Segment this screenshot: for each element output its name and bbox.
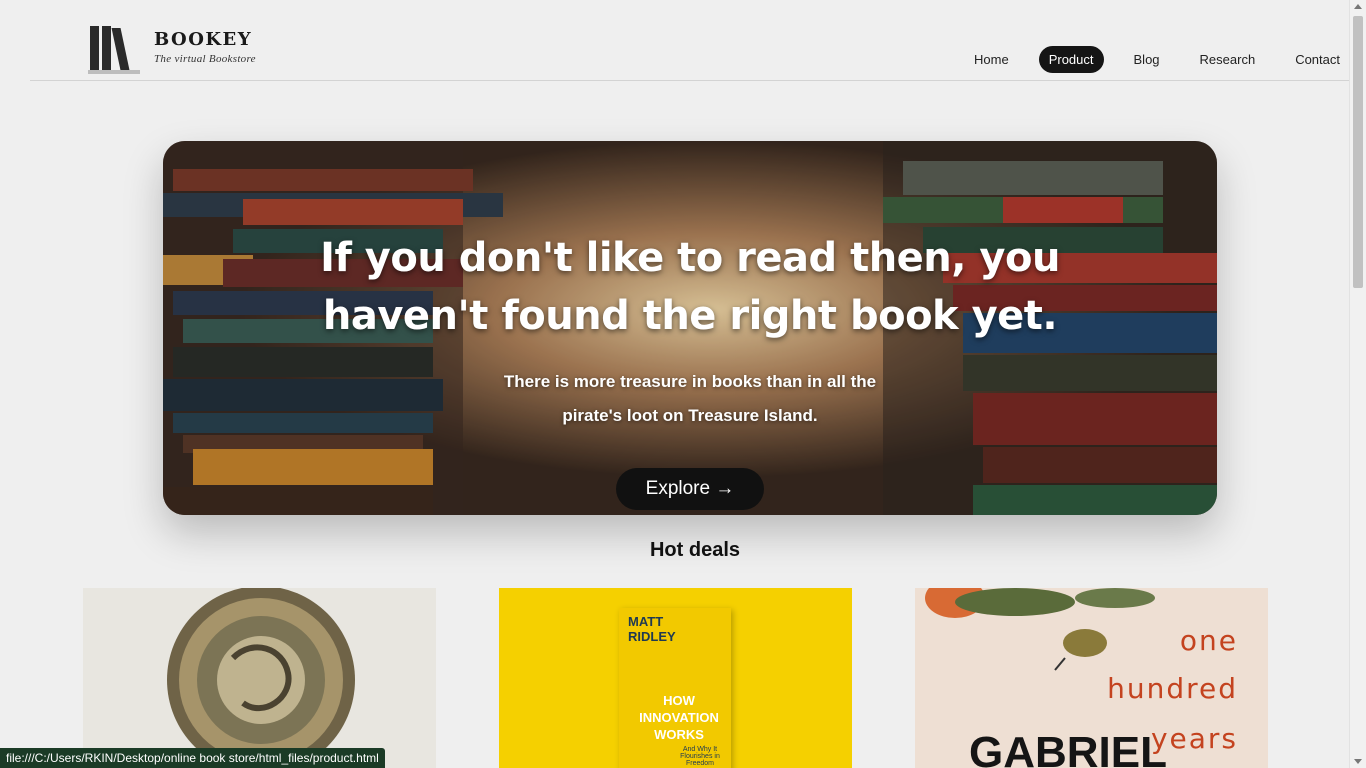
deal-card[interactable] <box>83 588 436 768</box>
books-logo-icon <box>88 24 140 74</box>
scroll-down-icon[interactable] <box>1354 759 1362 764</box>
scroll-up-icon[interactable] <box>1354 4 1362 9</box>
book-cover: MATT RIDLEY HOW INNOVATION WORKS And Why… <box>619 608 731 768</box>
book-title: HOW INNOVATION WORKS <box>639 693 719 742</box>
hot-deals-heading: Hot deals <box>649 539 741 561</box>
brand-logo[interactable]: BOOKEY The virtual Bookstore <box>88 24 256 74</box>
hero-quote: There is more treasure in books than in … <box>503 372 877 425</box>
vertical-scrollbar[interactable] <box>1349 0 1366 768</box>
nav-contact[interactable]: Contact <box>1285 46 1350 73</box>
nav-product[interactable]: Product <box>1038 46 1104 73</box>
brand-tagline: The virtual Bookstore <box>154 53 256 65</box>
brand-name: BOOKEY <box>154 29 253 50</box>
nav-home[interactable]: Home <box>964 46 1019 73</box>
main-nav: Home Product Blog Research Contact <box>944 46 1350 73</box>
cover-word-one: one <box>1179 624 1238 657</box>
deal-card[interactable]: MATT RIDLEY HOW INNOVATION WORKS And Why… <box>499 588 852 768</box>
site-header: BOOKEY The virtual Bookstore Home Produc… <box>30 0 1350 81</box>
hero-headline: If you don't like to read then, you have… <box>320 235 1060 339</box>
link-status-bar: file:///C:/Users/RKIN/Desktop/online boo… <box>0 748 385 768</box>
nav-blog[interactable]: Blog <box>1124 46 1170 73</box>
dragon-medallion-cover-image <box>167 588 355 768</box>
scroll-thumb[interactable] <box>1353 16 1363 288</box>
cover-author: GABRIEL <box>969 728 1167 768</box>
book-author: MATT RIDLEY <box>628 614 676 644</box>
cover-word-hundred: hundred <box>1107 672 1238 705</box>
book-subtitle: And Why It Flourishes in Freedom <box>680 746 720 767</box>
deal-card[interactable]: one hundred years GABRIEL <box>915 588 1268 768</box>
explore-button[interactable]: Explore → <box>616 468 764 510</box>
nav-research[interactable]: Research <box>1190 46 1266 73</box>
hero-banner: If you don't like to read then, you have… <box>163 141 1217 515</box>
